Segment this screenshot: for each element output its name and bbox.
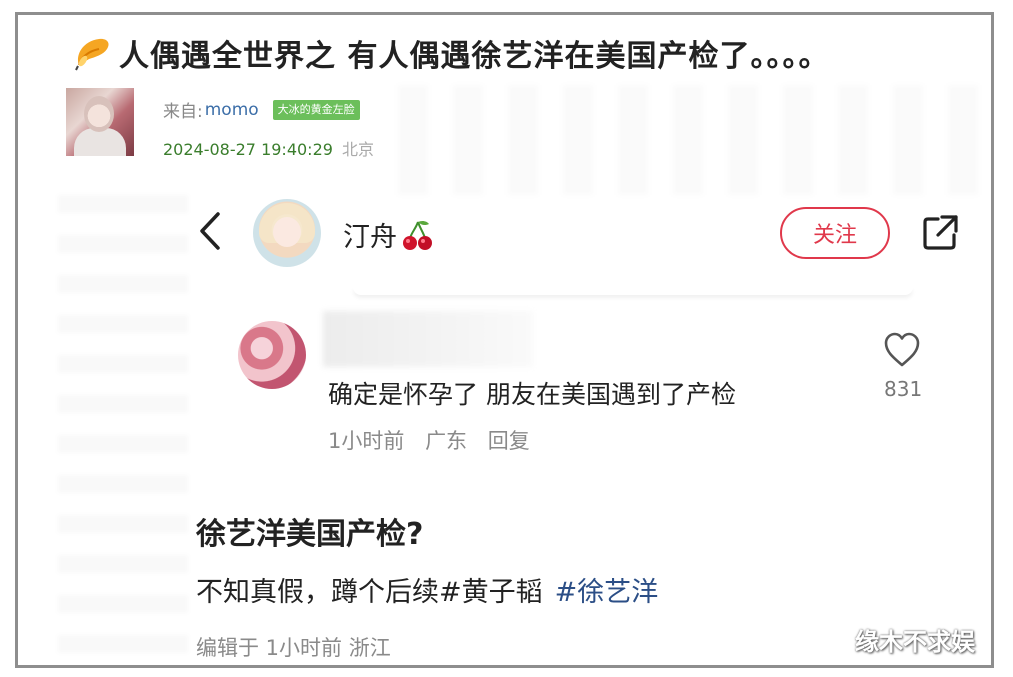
share-icon[interactable] (920, 213, 960, 253)
post-body-text: 不知真假，蹲个后续#黄子韬 (196, 577, 543, 608)
user-name[interactable]: 汀舟 (343, 215, 435, 254)
avatar-body (74, 128, 126, 156)
source-row: 来自: momo 大冰的黄金左脸 (163, 97, 360, 122)
avatar-face (84, 96, 114, 132)
user-name-text: 汀舟 (343, 222, 397, 253)
source-prefix: 来自: (163, 102, 203, 122)
source-user-link[interactable]: momo (205, 100, 259, 120)
cherry-icon (403, 220, 432, 250)
post-title-text: 人偶遇全世界之 有人偶遇徐艺洋在美国产检了。。。。 (119, 39, 830, 74)
watermark: 缘木不求娱 (855, 628, 975, 656)
user-badge[interactable]: 大冰的黄金左脸 (272, 99, 360, 120)
post-heading: 徐艺洋美国产检? (196, 517, 424, 552)
user-avatar[interactable] (253, 199, 321, 267)
chevron-left-icon[interactable] (196, 210, 224, 252)
post-location: 北京 (342, 140, 375, 159)
reply-button[interactable]: 回复 (488, 429, 530, 453)
butterfly-icon (75, 38, 109, 71)
post-frame: 人偶遇全世界之 有人偶遇徐艺洋在美国产检了。。。。 来自: momo 大冰的黄金… (15, 12, 994, 668)
post-meta: 2024-08-27 19:40:29 北京 (163, 136, 374, 160)
post-title: 人偶遇全世界之 有人偶遇徐艺洋在美国产检了。。。。 (73, 33, 981, 74)
comment-time: 1小时前 (328, 429, 405, 453)
post-datetime: 2024-08-27 19:40:29 (163, 140, 333, 159)
edit-meta: 编辑于 1小时前 浙江 (196, 636, 391, 660)
post-body: 不知真假，蹲个后续#黄子韬 #徐艺洋 (196, 570, 658, 609)
like-count: 831 (884, 377, 923, 401)
comment-meta: 1小时前 广东 回复 (328, 425, 544, 455)
avatar-face (273, 217, 301, 247)
follow-button[interactable]: 关注 (780, 207, 890, 259)
background-pattern (58, 195, 188, 655)
heart-icon[interactable] (882, 331, 922, 369)
poster-avatar[interactable] (66, 88, 134, 156)
commenter-avatar[interactable] (238, 321, 306, 389)
commenter-name-blurred (323, 311, 533, 367)
comment-text: 确定是怀孕了 朋友在美国遇到了产检 (328, 380, 736, 409)
divider (353, 287, 913, 295)
background-pattern-top (398, 85, 988, 195)
hashtag-link[interactable]: #徐艺洋 (555, 577, 659, 608)
comment-location: 广东 (425, 429, 468, 453)
